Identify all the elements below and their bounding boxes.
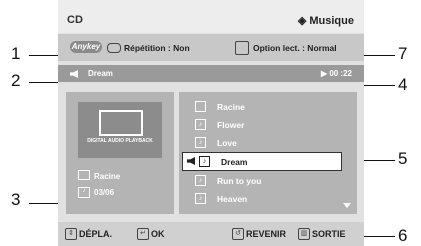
exit-label: SORTIE	[312, 229, 346, 239]
disc-type-label: CD	[67, 14, 83, 26]
move-label: DÉPLA.	[79, 229, 113, 239]
list-item-heaven[interactable]: ♪ Heaven	[179, 190, 357, 207]
return-icon[interactable]: ↺	[232, 228, 244, 240]
cd-music-panel: CD ◈ Musique Anykey Répétition : Non Opt…	[58, 0, 364, 246]
enter-icon[interactable]: ↵	[137, 228, 149, 240]
move-icon[interactable]: ⇕	[65, 228, 77, 240]
repeat-status: Répétition : Non	[124, 43, 190, 53]
play-option-icon	[235, 41, 249, 55]
repeat-icon	[107, 43, 121, 53]
callout-2: 2	[11, 71, 21, 90]
list-item-run-to-you[interactable]: ♪ Run to you	[179, 172, 357, 189]
elapsed-time: ▶ 00 :22	[320, 69, 352, 78]
callout-1: 1	[11, 44, 21, 63]
mp3-logo: DIGITAL AUDIO PLAYBACK	[78, 102, 162, 158]
current-folder: Racine	[94, 172, 121, 181]
options-bar: Anykey Répétition : Non Option lect. : N…	[58, 34, 364, 61]
info-panel: DIGITAL AUDIO PLAYBACK Racine ♪ 03/06	[66, 92, 174, 214]
speaker-icon	[70, 70, 78, 78]
mp3-logo-text: DIGITAL AUDIO PLAYBACK	[87, 138, 153, 144]
music-file-icon: ♪	[195, 137, 206, 148]
folder-icon	[195, 101, 206, 112]
music-file-icon: ♪	[78, 187, 90, 198]
now-playing-bar: Dream ▶ 00 :22	[58, 65, 364, 82]
list-item-love[interactable]: ♪ Love	[179, 134, 357, 151]
mode-label: ◈ Musique	[297, 15, 354, 27]
list-item-label: Racine	[217, 102, 245, 112]
exit-icon[interactable]: ▥	[298, 228, 310, 240]
track-list: Racine ♪ Flower ♪ Love ♪ Dream ♪ Run to …	[179, 92, 357, 214]
speaker-icon	[187, 157, 195, 165]
mp3-logo-icon	[99, 110, 143, 136]
list-item-racine[interactable]: Racine	[179, 98, 357, 115]
back-label: REVENIR	[246, 229, 287, 239]
callout-6: 6	[398, 226, 408, 245]
anykey-button[interactable]: Anykey	[70, 41, 102, 53]
footer-bar: ⇕ DÉPLA. ↵ OK ↺ REVENIR ▥ SORTIE	[58, 222, 364, 246]
music-file-icon: ♪	[195, 119, 206, 130]
callout-7: 7	[398, 44, 408, 63]
scroll-down-icon[interactable]	[343, 203, 351, 208]
now-playing-title: Dream	[88, 69, 113, 78]
ok-label: OK	[151, 229, 165, 239]
list-item-label: Flower	[217, 120, 245, 130]
list-item-label: Heaven	[217, 194, 248, 204]
list-item-flower[interactable]: ♪ Flower	[179, 116, 357, 133]
list-item-label: Love	[217, 138, 237, 148]
play-option-status: Option lect. : Normal	[253, 43, 337, 53]
callout-4: 4	[398, 75, 408, 94]
track-counter: 03/06	[94, 188, 115, 197]
music-file-icon: ♪	[199, 156, 210, 167]
list-item-dream[interactable]: ♪ Dream	[182, 152, 342, 171]
list-item-label: Run to you	[217, 176, 262, 186]
music-file-icon: ♪	[195, 175, 206, 186]
header-bar: CD ◈ Musique	[58, 0, 364, 33]
callout-3: 3	[11, 190, 21, 209]
folder-icon	[78, 170, 90, 180]
list-item-label: Dream	[221, 157, 248, 167]
callout-5: 5	[398, 149, 408, 168]
music-file-icon: ♪	[195, 193, 206, 204]
